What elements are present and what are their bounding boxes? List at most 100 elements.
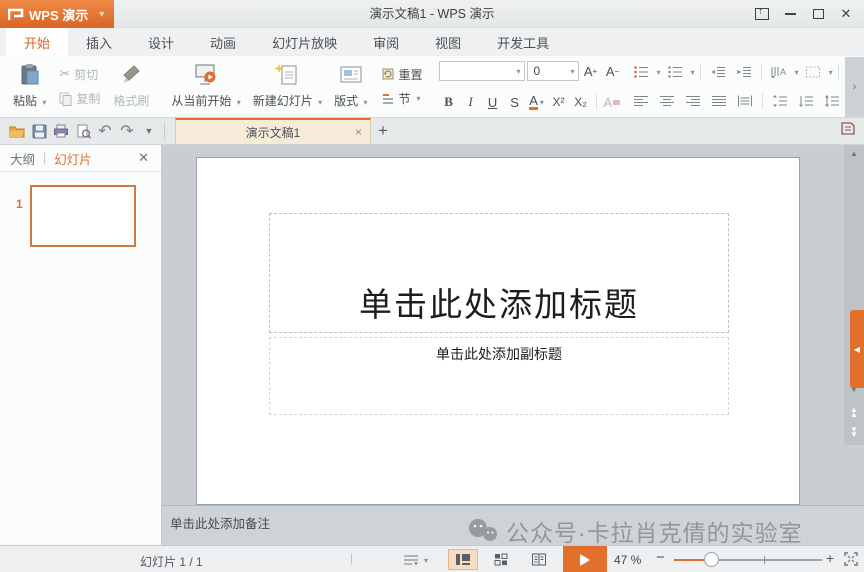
superscript-button[interactable]: X² xyxy=(549,92,569,112)
previous-slide-icon[interactable]: ▲▲ xyxy=(844,407,864,417)
slide-thumbnail[interactable] xyxy=(30,185,136,247)
cut-button[interactable]: ✂ 剪切 xyxy=(55,64,104,85)
normal-view-button[interactable] xyxy=(448,549,478,570)
line-spacing-decrease-button[interactable] xyxy=(768,90,792,112)
decrease-font-button[interactable]: A− xyxy=(603,61,623,81)
main-area: 大纲 | 幻灯片 ✕ 1 单击此处添加标题 单击此处添加副标题 ▲ ▼ ▲▲ xyxy=(0,145,864,545)
numbered-list-caret-icon[interactable]: ▾ xyxy=(691,68,695,77)
reset-button[interactable]: 重置 xyxy=(377,64,427,85)
text-direction-caret-icon[interactable]: ▾ xyxy=(795,68,799,77)
new-tab-button[interactable]: + xyxy=(371,119,395,143)
align-center-button[interactable] xyxy=(655,90,679,112)
scroll-up-icon[interactable]: ▲ xyxy=(844,149,864,158)
close-button[interactable]: ✕ xyxy=(834,3,858,25)
zoom-in-button[interactable]: + xyxy=(826,550,834,566)
next-slide-icon[interactable]: ▼▼ xyxy=(844,427,864,437)
text-box-button[interactable] xyxy=(801,61,825,83)
slides-tab[interactable]: 幻灯片 xyxy=(54,149,92,168)
increase-font-button[interactable]: A+ xyxy=(581,61,601,81)
task-pane-toggle-button[interactable] xyxy=(840,121,858,137)
new-slide-label: 新建幻灯片 ▾ xyxy=(253,92,322,109)
clear-format-button[interactable]: A xyxy=(602,92,623,112)
maximize-icon xyxy=(813,9,824,19)
strikethrough-button[interactable]: S xyxy=(505,92,525,112)
clipboard-group: 粘贴 ▾ ✂ 剪切 复制 xyxy=(4,58,158,115)
status-bar: 幻灯片 1 / 1 | ▾ xyxy=(0,545,864,572)
quick-access-caret[interactable]: ▼ xyxy=(138,120,160,142)
title-placeholder[interactable]: 单击此处添加标题 xyxy=(269,213,729,333)
document-tab[interactable]: 演示文稿1 × xyxy=(175,118,371,144)
line-spacing-increase-button[interactable] xyxy=(794,90,818,112)
tab-insert[interactable]: 插入 xyxy=(68,28,130,56)
tab-developer[interactable]: 开发工具 xyxy=(479,28,567,56)
open-folder-icon xyxy=(9,125,25,138)
undo-button[interactable]: ↶ xyxy=(94,120,116,142)
increase-indent-button[interactable] xyxy=(732,61,756,83)
zoom-out-button[interactable]: − xyxy=(656,549,665,566)
notes-toggle-caret-icon: ▾ xyxy=(424,556,428,565)
line-spacing-options-button[interactable] xyxy=(820,90,844,112)
slide-sorter-view-button[interactable] xyxy=(486,549,516,570)
fit-to-window-button[interactable] xyxy=(843,551,859,567)
print-button[interactable] xyxy=(50,120,72,142)
format-painter-button[interactable]: 格式刷 xyxy=(108,60,154,113)
layout-button[interactable]: 版式 ▾ xyxy=(329,60,372,113)
play-slideshow-button[interactable] xyxy=(563,546,607,572)
justify-button[interactable] xyxy=(707,90,731,112)
slide-editor[interactable]: 单击此处添加标题 单击此处添加副标题 xyxy=(196,157,800,505)
decrease-indent-button[interactable] xyxy=(706,61,730,83)
zoom-slider-handle[interactable] xyxy=(704,552,719,567)
tab-review[interactable]: 审阅 xyxy=(355,28,417,56)
new-slide-button[interactable]: 新建幻灯片 ▾ xyxy=(248,60,327,113)
underline-button[interactable]: U xyxy=(483,92,503,112)
tab-design[interactable]: 设计 xyxy=(130,28,192,56)
open-task-pane-tab[interactable]: ◀ xyxy=(850,310,864,388)
tab-animation[interactable]: 动画 xyxy=(192,28,254,56)
bullet-list-caret-icon[interactable]: ▾ xyxy=(657,68,661,77)
ribbon-expand-button[interactable]: › xyxy=(845,57,864,117)
maximize-button[interactable] xyxy=(806,3,830,25)
italic-button[interactable]: I xyxy=(461,92,481,112)
notes-toggle-icon xyxy=(402,553,420,567)
tab-close-icon[interactable]: × xyxy=(355,125,362,139)
panel-close-icon[interactable]: ✕ xyxy=(138,150,149,166)
redo-button[interactable]: ↷ xyxy=(116,120,138,142)
align-left-button[interactable] xyxy=(629,90,653,112)
align-center-icon xyxy=(659,94,675,108)
distribute-button[interactable] xyxy=(733,90,757,112)
text-direction-button[interactable]: A xyxy=(767,61,791,83)
paste-button[interactable]: 粘贴 ▾ xyxy=(8,60,51,113)
play-from-current-button[interactable]: 从当前开始 ▾ xyxy=(166,60,245,113)
section-button[interactable]: 节 ▾ xyxy=(377,88,427,109)
subtitle-placeholder[interactable]: 单击此处添加副标题 xyxy=(269,337,729,415)
font-size-caret-icon: ▾ xyxy=(571,67,575,76)
outline-tab[interactable]: 大纲 xyxy=(10,149,35,168)
text-box-caret-icon[interactable]: ▾ xyxy=(829,68,833,77)
bullet-list-button[interactable] xyxy=(629,61,653,83)
notes-toggle-button[interactable]: ▾ xyxy=(402,551,436,569)
slide-thumbnail-number: 1 xyxy=(16,197,23,211)
open-file-button[interactable] xyxy=(6,120,28,142)
paste-caret-icon: ▾ xyxy=(42,98,46,107)
minimize-button[interactable] xyxy=(778,3,802,25)
bold-button[interactable]: B xyxy=(439,92,459,112)
font-size-select[interactable]: 0▾ xyxy=(527,61,579,81)
font-color-button[interactable]: A▾ xyxy=(527,92,547,112)
numbered-list-icon xyxy=(667,65,683,79)
reading-view-button[interactable] xyxy=(524,549,554,570)
vertical-scrollbar[interactable]: ▲ ▼ ▲▲ ▼▼ xyxy=(844,145,864,445)
subscript-button[interactable]: X₂ xyxy=(571,92,591,112)
font-name-select[interactable]: ▾ xyxy=(439,61,525,81)
pin-up-button[interactable] xyxy=(750,3,774,25)
copy-button[interactable]: 复制 xyxy=(55,88,104,109)
tab-view[interactable]: 视图 xyxy=(417,28,479,56)
align-right-button[interactable] xyxy=(681,90,705,112)
print-preview-button[interactable] xyxy=(72,120,94,142)
numbered-list-button[interactable] xyxy=(663,61,687,83)
bullet-list-icon xyxy=(633,65,649,79)
tab-slideshow[interactable]: 幻灯片放映 xyxy=(254,28,355,56)
save-button[interactable] xyxy=(28,120,50,142)
notes-area[interactable]: 单击此处添加备注 xyxy=(162,505,864,545)
layout-caret-icon: ▾ xyxy=(364,98,368,107)
tab-home[interactable]: 开始 xyxy=(6,28,68,56)
